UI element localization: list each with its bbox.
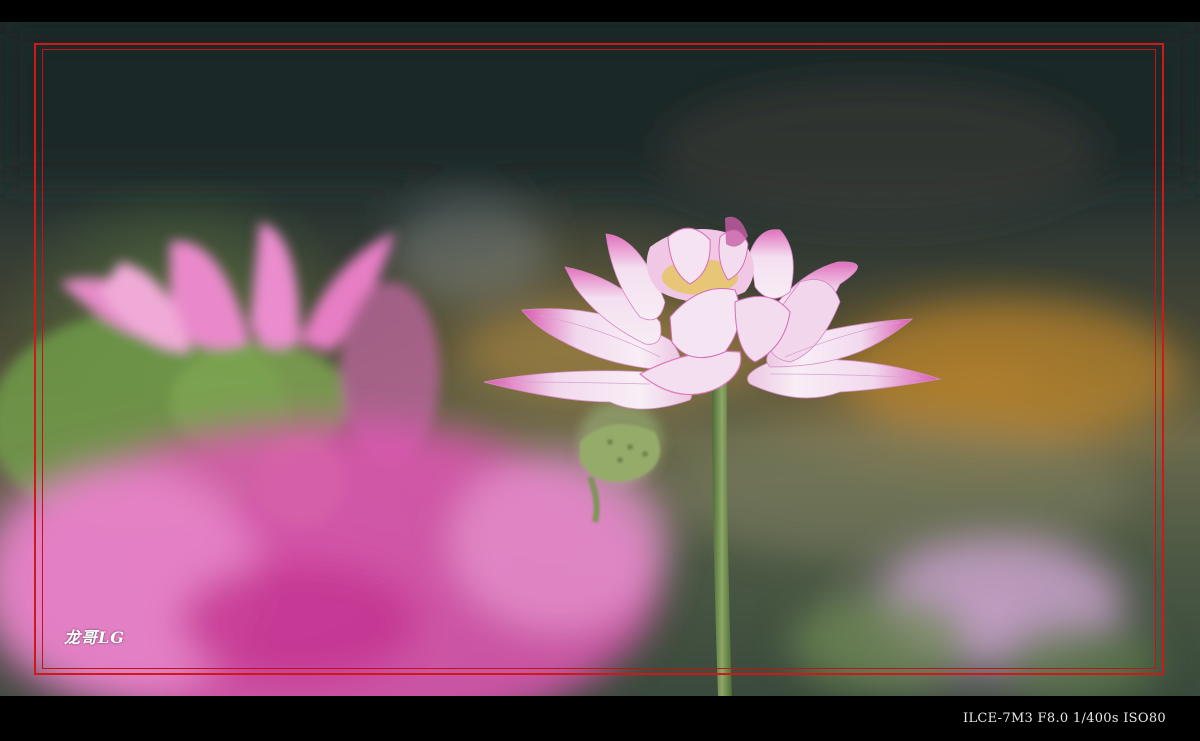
lotus-scene: [0, 22, 1200, 696]
main-lotus-flower: [483, 216, 942, 410]
photographer-watermark: 龙哥LG: [64, 628, 125, 647]
lotus-photo: [0, 22, 1200, 696]
photo-frame: 龙哥LG ILCE-7M3 F8.0 1/400s ISO80: [0, 0, 1200, 741]
exif-caption: ILCE-7M3 F8.0 1/400s ISO80: [963, 711, 1166, 726]
